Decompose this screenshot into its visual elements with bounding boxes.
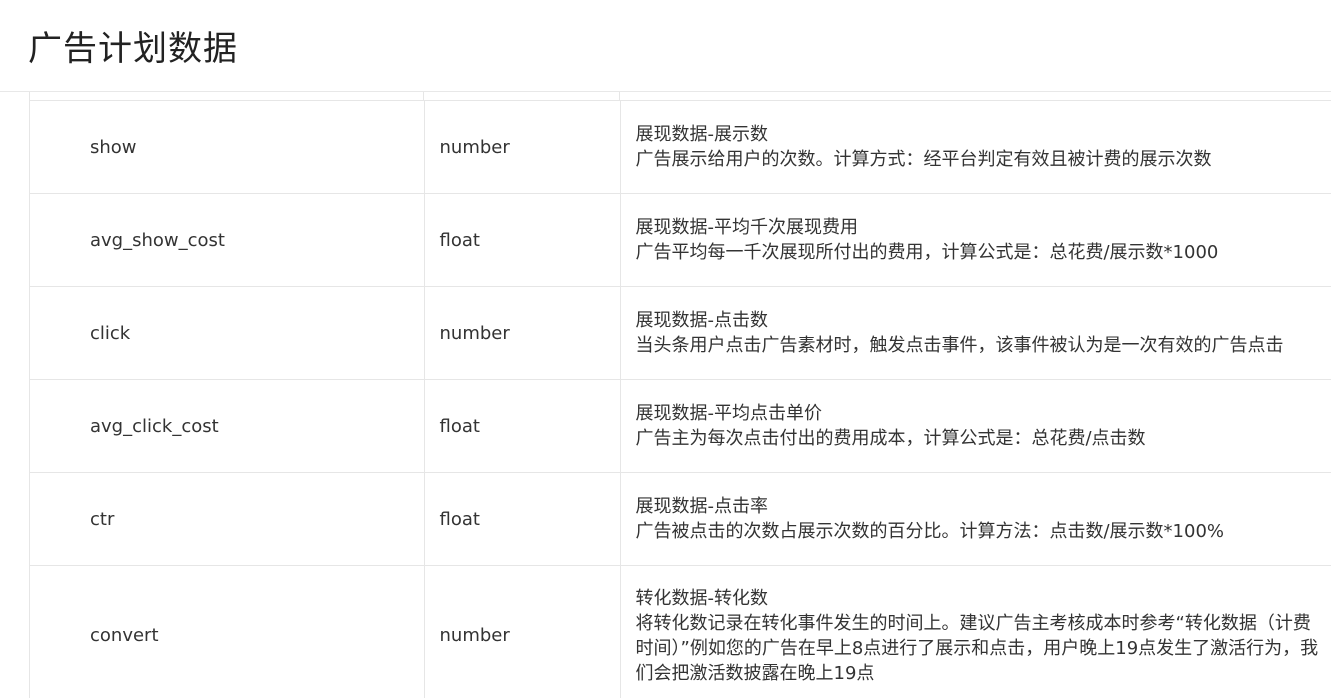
table-row: click number 展现数据-点击数 当头条用户点击广告素材时，触发点击事… <box>30 286 1331 380</box>
field-type: float <box>424 379 621 473</box>
description-text: 将转化数记录在转化事件发生的时间上。建议广告主考核成本时参考“转化数据（计费时间… <box>635 612 1319 684</box>
description-title: 转化数据-转化数 <box>635 587 769 609</box>
field-name: avg_click_cost <box>30 379 425 473</box>
fields-table-container[interactable]: show number 展现数据-展示数 广告展示给用户的次数。计算方式：经平台… <box>29 92 1331 698</box>
page-header: 广告计划数据 <box>0 0 1331 92</box>
field-name: ctr <box>30 472 425 566</box>
description-title: 展现数据-展示数 <box>635 124 769 145</box>
table-row: show number 展现数据-展示数 广告展示给用户的次数。计算方式：经平台… <box>30 100 1331 194</box>
field-name: show <box>30 100 425 194</box>
field-description: 展现数据-点击数 当头条用户点击广告素材时，触发点击事件，该事件被认为是一次有效… <box>620 286 1331 380</box>
field-description: 展现数据-展示数 广告展示给用户的次数。计算方式：经平台判定有效且被计费的展示次… <box>620 100 1331 194</box>
page-title: 广告计划数据 <box>28 29 238 69</box>
description-text: 广告被点击的次数占展示次数的百分比。计算方法：点击数/展示数*100% <box>635 521 1225 542</box>
table-row: ctr float 展现数据-点击率 广告被点击的次数占展示次数的百分比。计算方… <box>30 472 1331 566</box>
table-row: avg_show_cost float 展现数据-平均千次展现费用 广告平均每一… <box>30 193 1331 287</box>
description-text: 广告展示给用户的次数。计算方式：经平台判定有效且被计费的展示次数 <box>635 149 1212 170</box>
field-name: convert <box>30 565 425 698</box>
field-type: number <box>424 100 621 194</box>
field-description: 转化数据-转化数 将转化数记录在转化事件发生的时间上。建议广告主考核成本时参考“… <box>620 565 1331 698</box>
description-text: 广告平均每一千次展现所付出的费用，计算公式是：总花费/展示数*1000 <box>635 242 1219 263</box>
description-text: 当头条用户点击广告素材时，触发点击事件，该事件被认为是一次有效的广告点击 <box>635 335 1284 356</box>
field-type: float <box>424 472 621 566</box>
description-title: 展现数据-平均千次展现费用 <box>635 217 859 238</box>
table-row: avg_click_cost float 展现数据-平均点击单价 广告主为每次点… <box>30 379 1331 473</box>
description-title: 展现数据-点击率 <box>635 496 769 517</box>
description-text: 广告主为每次点击付出的费用成本，计算公式是：总花费/点击数 <box>635 428 1146 449</box>
field-name: click <box>30 286 425 380</box>
field-description: 展现数据-平均点击单价 广告主为每次点击付出的费用成本，计算公式是：总花费/点击… <box>620 379 1331 473</box>
description-title: 展现数据-点击数 <box>635 310 769 331</box>
field-type: number <box>424 565 621 698</box>
description-title: 展现数据-平均点击单价 <box>635 403 823 424</box>
field-description: 展现数据-平均千次展现费用 广告平均每一千次展现所付出的费用，计算公式是：总花费… <box>620 193 1331 287</box>
field-description: 展现数据-点击率 广告被点击的次数占展示次数的百分比。计算方法：点击数/展示数*… <box>620 472 1331 566</box>
table-row: convert number 转化数据-转化数 将转化数记录在转化事件发生的时间… <box>30 565 1331 698</box>
fields-table: show number 展现数据-展示数 广告展示给用户的次数。计算方式：经平台… <box>30 100 1331 698</box>
field-type: number <box>424 286 621 380</box>
field-name: avg_show_cost <box>30 193 425 287</box>
field-type: float <box>424 193 621 287</box>
